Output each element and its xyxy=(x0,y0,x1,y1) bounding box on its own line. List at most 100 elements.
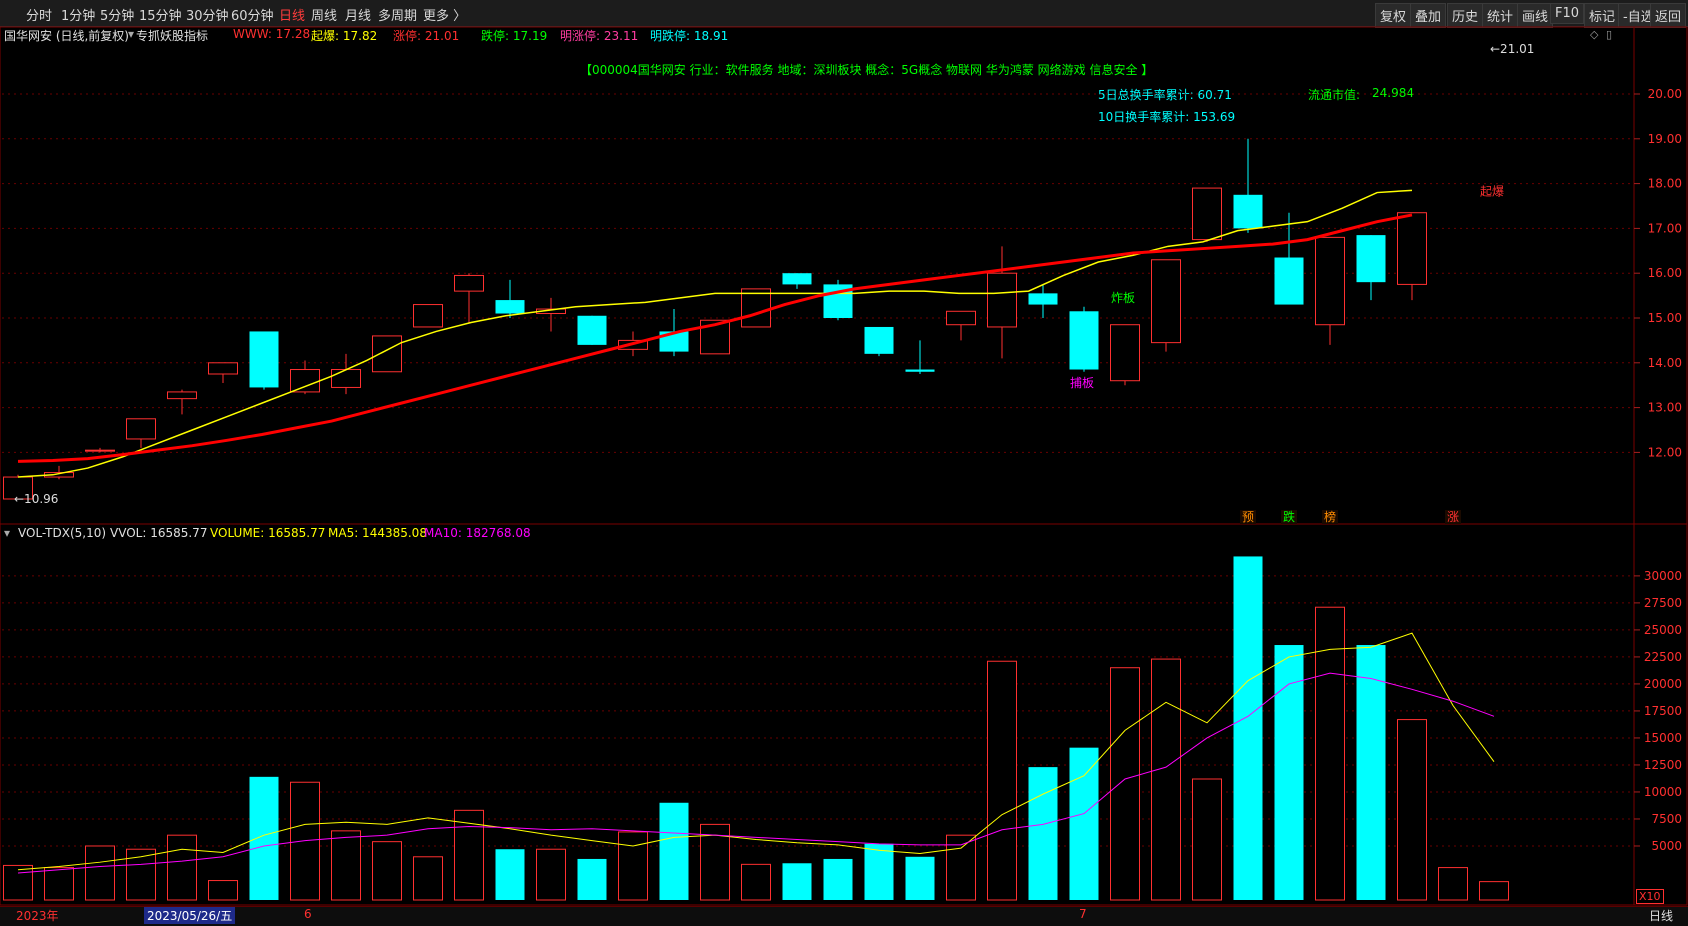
candle-body xyxy=(167,391,197,400)
period-tab-0[interactable]: 分时 xyxy=(26,5,52,24)
volume-tick-label: 10000 xyxy=(1644,785,1682,799)
period-tab-10[interactable]: 更多 〉 xyxy=(423,5,466,24)
event-marker-0: 预 xyxy=(1242,510,1254,524)
period-tab-5[interactable]: 60分钟 xyxy=(231,5,274,24)
volume-tick-label: 27500 xyxy=(1644,596,1682,610)
price-tick-label: 19.00 xyxy=(1648,132,1682,146)
volume-bar xyxy=(987,660,1017,901)
period-tab-6[interactable]: 日线 xyxy=(279,5,305,24)
candle-body xyxy=(618,339,648,350)
toolbar-button-6[interactable]: 标记 xyxy=(1584,3,1621,28)
price-tick-label: 14.00 xyxy=(1648,356,1682,370)
period-tab-7[interactable]: 周线 xyxy=(311,5,337,24)
vol-indicator-name[interactable]: VOL-TDX(5,10) xyxy=(18,526,106,540)
volume-bar xyxy=(905,856,935,900)
period-tab-2[interactable]: 5分钟 xyxy=(100,5,134,24)
toolbar-button-3[interactable]: 统计 xyxy=(1482,3,1519,28)
panel-icon[interactable]: ▯ xyxy=(1606,28,1612,41)
candle-body xyxy=(1274,257,1304,305)
price-panel-frame xyxy=(0,26,1688,525)
toolbar-button-0[interactable]: 复权 xyxy=(1375,3,1412,28)
date-axis-bar xyxy=(0,906,1688,926)
candle-body xyxy=(659,331,689,352)
candle-body xyxy=(1233,194,1263,229)
price-annotation-1: ←21.01 xyxy=(1490,42,1534,56)
volume-ma10-line xyxy=(17,672,1495,874)
candle-body xyxy=(1192,187,1222,241)
volume-bar xyxy=(454,809,484,901)
period-tab-1[interactable]: 1分钟 xyxy=(61,5,95,24)
zoom-button[interactable]: X10 xyxy=(1636,889,1664,904)
price-tick-label: 16.00 xyxy=(1648,266,1682,280)
volume-bar xyxy=(536,848,566,901)
price-annotation-2: 炸板 xyxy=(1111,291,1135,305)
toolbar-button-5[interactable]: F10 xyxy=(1550,3,1585,24)
volume-bar xyxy=(1356,645,1386,900)
volume-bar xyxy=(85,845,115,901)
candle-body xyxy=(331,369,361,388)
vol-dropdown-icon[interactable]: ▾ xyxy=(4,526,10,540)
toolbar-button-4[interactable]: 画线 xyxy=(1517,3,1554,28)
volume-tick-label: 12500 xyxy=(1644,758,1682,772)
marker-bg-1 xyxy=(1281,510,1297,524)
toolbar-button-2[interactable]: 历史 xyxy=(1447,3,1484,28)
volume-ma5-line xyxy=(17,632,1495,871)
market-cap-label: 流通市值: xyxy=(1308,88,1361,102)
candle-body xyxy=(823,284,853,318)
volume-bar xyxy=(1274,645,1304,900)
volume-bar xyxy=(1438,867,1468,901)
candle-body xyxy=(1069,311,1099,370)
toolbar-button-8[interactable]: 返回 xyxy=(1650,3,1687,28)
period-label[interactable]: 日线 xyxy=(1649,907,1673,924)
stock-title: 国华网安 (日线,前复权) xyxy=(4,29,129,43)
candle-body xyxy=(290,369,320,393)
period-tab-4[interactable]: 30分钟 xyxy=(186,5,229,24)
kline-chart: ←10.96 ←21.01 炸板捕板 起爆预 跌 榜 涨 12.00 13.00 14.00 15… xyxy=(0,26,1688,906)
period-tab-8[interactable]: 月线 xyxy=(345,5,371,24)
vol-volume: VOLUME: 16585.77 xyxy=(210,526,326,540)
toolbar-button-1[interactable]: 叠加 xyxy=(1410,3,1447,28)
candle-body xyxy=(905,369,935,372)
volume-bar xyxy=(249,776,279,900)
volume-bar xyxy=(413,856,443,901)
candle-body xyxy=(249,331,279,388)
indicator-value-5: 明跌停: 18.91 xyxy=(650,29,729,43)
diamond-icon[interactable]: ◇ xyxy=(1590,28,1598,41)
indicator-name[interactable]: 专抓妖股指标 xyxy=(136,27,208,44)
volume-bar xyxy=(946,834,976,901)
price-tick-label: 13.00 xyxy=(1648,401,1682,415)
volume-tick-label: 7500 xyxy=(1651,812,1682,826)
candle-body xyxy=(987,272,1017,328)
volume-tick-label: 15000 xyxy=(1644,731,1682,745)
period-tab-3[interactable]: 15分钟 xyxy=(139,5,182,24)
candle-body xyxy=(1356,235,1386,283)
marker-bg-3 xyxy=(1445,510,1461,524)
candle-body xyxy=(208,362,238,375)
stock-info-line: 【000004国华网安 行业：软件服务 地域：深圳板块 概念：5G概念 物联网 … xyxy=(580,63,1154,77)
candle-body xyxy=(1028,293,1058,305)
candle-body xyxy=(946,310,976,326)
ma-red-line xyxy=(17,213,1413,463)
candle-body xyxy=(372,335,402,373)
marker-bg-0 xyxy=(1240,510,1256,524)
indicator-value-0: WWW: 17.28 xyxy=(233,27,311,41)
volume-bar xyxy=(700,823,730,901)
volume-bar xyxy=(1315,606,1345,901)
event-marker-3: 涨 xyxy=(1447,509,1459,524)
turnover-10day: 10日换手率累计: 153.69 xyxy=(1098,110,1236,124)
candle-body xyxy=(1315,236,1345,326)
period-tab-9[interactable]: 多周期 xyxy=(378,5,417,24)
volume-bar xyxy=(167,834,197,901)
vol-ma5: MA5: 144385.08 xyxy=(328,526,427,540)
volume-tick-label: 17500 xyxy=(1644,704,1682,718)
volume-bar xyxy=(659,802,689,900)
indicator-value-1: 起爆: 17.82 xyxy=(311,29,378,43)
volume-bar xyxy=(1151,658,1181,901)
volume-bar xyxy=(823,858,853,900)
candle-body xyxy=(536,308,566,315)
candle-body xyxy=(741,288,771,328)
candle-body xyxy=(782,273,812,285)
dropdown-icon[interactable]: ▾ xyxy=(128,27,134,41)
price-tick-label: 20.00 xyxy=(1648,87,1682,101)
market-cap-value: 24.984 xyxy=(1372,86,1414,100)
